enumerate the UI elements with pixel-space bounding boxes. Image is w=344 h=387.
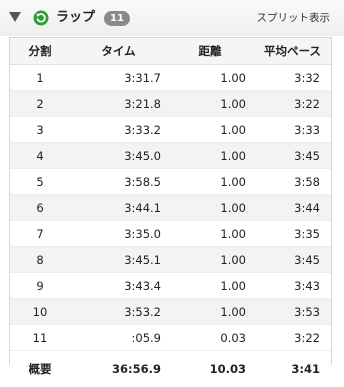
time-cell: 3:44.1 — [70, 195, 168, 221]
split-cell: 11 — [10, 325, 70, 351]
distance-cell: 1.00 — [168, 91, 258, 117]
avg-pace-cell: 3:44 — [258, 195, 331, 221]
avg-pace-cell: 3:22 — [258, 91, 331, 117]
column-header-time[interactable]: タイム — [70, 38, 168, 65]
avg-pace-cell: 3:43 — [258, 273, 331, 299]
time-cell: 3:43.4 — [70, 273, 168, 299]
split-cell: 8 — [10, 247, 70, 273]
split-cell: 3 — [10, 117, 70, 143]
table-row: 2 3:21.8 1.00 3:22 — [10, 91, 331, 117]
split-cell: 1 — [10, 65, 70, 91]
laps-header: ラップ 11 スプリット表示 — [0, 0, 344, 36]
split-view-link[interactable]: スプリット表示 — [257, 11, 331, 26]
summary-avg-pace: 3:41 — [258, 351, 331, 387]
column-header-distance[interactable]: 距離 — [168, 38, 258, 65]
distance-cell: 0.03 — [168, 325, 258, 351]
triangle-down-icon[interactable] — [9, 12, 21, 22]
split-cell: 9 — [10, 273, 70, 299]
table-row: 9 3:43.4 1.00 3:43 — [10, 273, 331, 299]
time-cell: 3:21.8 — [70, 91, 168, 117]
laps-refresh-icon — [33, 10, 49, 26]
avg-pace-cell: 3:22 — [258, 325, 331, 351]
laps-table: 分割 タイム 距離 平均ペース 1 3:31.7 1.00 3:32 2 3:2… — [10, 38, 331, 387]
avg-pace-cell: 3:33 — [258, 117, 331, 143]
avg-pace-cell: 3:58 — [258, 169, 331, 195]
distance-cell: 1.00 — [168, 299, 258, 325]
table-row: 1 3:31.7 1.00 3:32 — [10, 65, 331, 91]
avg-pace-cell: 3:53 — [258, 299, 331, 325]
table-header-row: 分割 タイム 距離 平均ペース — [10, 38, 331, 65]
split-cell: 10 — [10, 299, 70, 325]
laps-title: ラップ — [56, 9, 95, 27]
avg-pace-cell: 3:32 — [258, 65, 331, 91]
summary-total-distance: 10.03 — [168, 351, 258, 387]
split-cell: 4 — [10, 143, 70, 169]
laps-table-container: 分割 タイム 距離 平均ペース 1 3:31.7 1.00 3:32 2 3:2… — [9, 37, 332, 365]
table-row: 5 3:58.5 1.00 3:58 — [10, 169, 331, 195]
column-header-avg-pace[interactable]: 平均ペース — [258, 38, 331, 65]
table-row: 4 3:45.0 1.00 3:45 — [10, 143, 331, 169]
distance-cell: 1.00 — [168, 195, 258, 221]
table-row: 3 3:33.2 1.00 3:33 — [10, 117, 331, 143]
table-row: 11 :05.9 0.03 3:22 — [10, 325, 331, 351]
split-cell: 7 — [10, 221, 70, 247]
distance-cell: 1.00 — [168, 143, 258, 169]
time-cell: 3:31.7 — [70, 65, 168, 91]
avg-pace-cell: 3:35 — [258, 221, 331, 247]
distance-cell: 1.00 — [168, 169, 258, 195]
split-cell: 6 — [10, 195, 70, 221]
time-cell: 3:35.0 — [70, 221, 168, 247]
summary-total-time: 36:56.9 — [70, 351, 168, 387]
time-cell: 3:53.2 — [70, 299, 168, 325]
time-cell: 3:33.2 — [70, 117, 168, 143]
summary-label: 概要 — [10, 351, 70, 387]
table-row: 7 3:35.0 1.00 3:35 — [10, 221, 331, 247]
distance-cell: 1.00 — [168, 117, 258, 143]
time-cell: :05.9 — [70, 325, 168, 351]
distance-cell: 1.00 — [168, 221, 258, 247]
lap-count-badge: 11 — [104, 11, 130, 26]
time-cell: 3:58.5 — [70, 169, 168, 195]
avg-pace-cell: 3:45 — [258, 247, 331, 273]
column-header-split[interactable]: 分割 — [10, 38, 70, 65]
avg-pace-cell: 3:45 — [258, 143, 331, 169]
split-cell: 5 — [10, 169, 70, 195]
time-cell: 3:45.1 — [70, 247, 168, 273]
distance-cell: 1.00 — [168, 273, 258, 299]
table-row: 8 3:45.1 1.00 3:45 — [10, 247, 331, 273]
distance-cell: 1.00 — [168, 247, 258, 273]
time-cell: 3:45.0 — [70, 143, 168, 169]
distance-cell: 1.00 — [168, 65, 258, 91]
table-row: 10 3:53.2 1.00 3:53 — [10, 299, 331, 325]
summary-row: 概要 36:56.9 10.03 3:41 — [10, 351, 331, 387]
split-cell: 2 — [10, 91, 70, 117]
laps-panel: ラップ 11 スプリット表示 分割 タイム 距離 平均ペース 1 3:31.7 … — [0, 0, 344, 365]
table-row: 6 3:44.1 1.00 3:44 — [10, 195, 331, 221]
